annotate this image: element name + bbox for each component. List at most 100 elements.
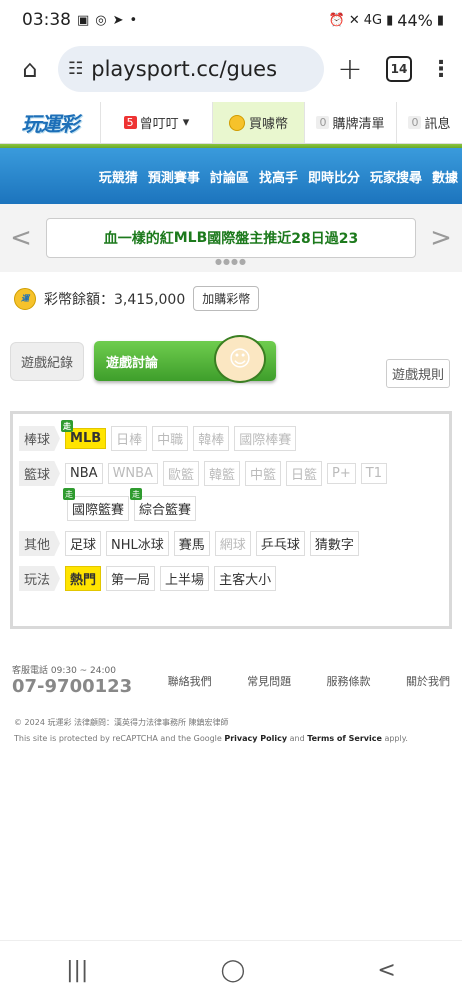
alarm-icon: ⏰ <box>328 12 345 28</box>
nav-item[interactable]: 玩家搜尋 <box>370 167 422 186</box>
league-chip[interactable]: 猜數字 <box>309 531 359 556</box>
league-chip[interactable]: 中籃 <box>244 461 281 486</box>
hotline-number[interactable]: 07-9700123 <box>12 676 132 697</box>
league-chip[interactable]: 足球 <box>65 531 102 556</box>
system-nav-bar: ||| ◯ < <box>0 940 462 1000</box>
site-settings-icon[interactable]: ☷ <box>68 59 83 79</box>
ticker-text-mlb: MLB <box>173 230 208 246</box>
site-logo[interactable]: 玩運彩 <box>0 102 100 143</box>
ticker-item[interactable]: 血一樣的紅 MLB 國際盤主推近28日過23 <box>46 218 416 258</box>
league-chip[interactable]: 國際棒賽 <box>234 426 297 451</box>
hotline-label: 客服電話 09:30 ~ 24:00 <box>12 666 116 676</box>
category-label: 棒球 <box>19 426 61 451</box>
chevron-down-icon: ▾ <box>178 115 190 130</box>
recaptcha-notice: This site is protected by reCAPTCHA and … <box>14 734 408 743</box>
tab-game-discussion[interactable]: 遊戲討論 ☺ <box>94 335 277 383</box>
user-name: 曾叮叮 <box>139 117 179 132</box>
user-menu[interactable]: 5 曾叮叮 ▾ <box>100 102 212 143</box>
msg-badge: 0 <box>408 116 422 129</box>
terms-link[interactable]: Terms of Service <box>307 734 382 743</box>
category-row-basketball: 籃球 NBA WNBA 歐籃 韓籃 中籃 日籃 P+ T1 <box>19 461 443 486</box>
footer-link[interactable]: 服務條款 <box>327 673 371 697</box>
battery-percent: 44% <box>397 10 433 30</box>
send-icon: ➤ <box>112 12 124 28</box>
tab-switcher-button[interactable]: 14 <box>386 56 412 82</box>
category-panel: 棒球 走 MLB 日棒 中職 韓棒 國際棒賽 籃球 NBA WNBA 歐籃 韓籃 … <box>10 411 452 629</box>
category-row-basketball-2: 走國際籃賽 走綜合籃賽 <box>19 488 443 521</box>
tab-game-record[interactable]: 遊戲紀錄 <box>10 341 85 381</box>
balance-row: 運 彩幣餘額：3,415,000 加購彩幣 <box>0 272 462 325</box>
home-button-icon[interactable]: ◯ <box>221 958 246 983</box>
battery-icon: ▮ <box>436 12 444 28</box>
tab-game-discussion-label: 遊戲討論 <box>106 355 159 371</box>
ticker-text-pre: 血一樣的紅 <box>103 231 174 247</box>
address-bar[interactable]: ☷ playsport.cc/gues <box>58 46 324 92</box>
game-rules-button[interactable]: 遊戲規則 <box>385 359 450 388</box>
coin-icon <box>228 114 245 131</box>
site-header: 玩運彩 5 曾叮叮 ▾ 買噱幣 0 購牌清單 0 訊息 <box>0 102 462 144</box>
league-chip[interactable]: 韓棒 <box>193 426 230 451</box>
footer-link[interactable]: 關於我們 <box>406 673 450 697</box>
messages-link[interactable]: 0 訊息 <box>396 102 462 143</box>
home-icon[interactable]: ⌂ <box>10 55 50 83</box>
category-row-other: 其他 足球 NHL冰球 賽馬 網球 乒乓球 猜數字 <box>19 531 443 556</box>
nav-item[interactable]: 玩競猜 <box>99 167 138 186</box>
league-chip[interactable]: 賽馬 <box>173 531 210 556</box>
league-chip[interactable]: 走 MLB <box>61 420 107 449</box>
tabs-row: 遊戲紀錄 遊戲討論 ☺ 遊戲規則 <box>0 325 462 388</box>
carousel-dots: ●●●● <box>215 257 247 266</box>
chevron-left-icon[interactable]: < <box>10 223 32 253</box>
cart-badge: 0 <box>316 116 330 129</box>
nav-item[interactable]: 預測賽事 <box>148 167 200 186</box>
status-time: 03:38 <box>22 10 71 30</box>
league-chip[interactable]: 歐籃 <box>162 461 199 486</box>
privacy-link[interactable]: Privacy Policy <box>224 734 287 743</box>
chevron-right-icon[interactable]: > <box>430 223 452 253</box>
location-icon: ◎ <box>95 12 107 28</box>
league-chip[interactable]: NHL冰球 <box>106 531 169 556</box>
league-chip[interactable]: 走綜合籃賽 <box>130 488 197 521</box>
footer-link[interactable]: 常見問題 <box>247 673 291 697</box>
league-chip[interactable]: T1 <box>360 463 387 484</box>
browser-toolbar: ⌂ ☷ playsport.cc/gues + 14 ⋮ <box>0 40 462 98</box>
signal-bars-icon: ▮ <box>386 12 394 28</box>
user-badge: 5 <box>123 116 137 129</box>
cart-label: 購牌清單 <box>332 117 385 132</box>
back-icon[interactable]: < <box>377 958 395 983</box>
play-chip[interactable]: 主客大小 <box>214 566 277 591</box>
league-chip[interactable]: 日棒 <box>111 426 148 451</box>
league-chip[interactable]: NBA <box>65 463 103 484</box>
signal-icon: 4G <box>363 12 383 28</box>
recents-icon[interactable]: ||| <box>66 958 88 983</box>
live-icon: 走 <box>130 488 143 500</box>
play-chip[interactable]: 上半場 <box>160 566 210 591</box>
league-chip[interactable]: 乒乓球 <box>255 531 305 556</box>
league-chip[interactable]: P+ <box>327 463 356 484</box>
dot-icon: • <box>129 12 138 28</box>
more-menu-icon[interactable]: ⋮ <box>430 57 452 82</box>
league-chip[interactable]: 中職 <box>152 426 189 451</box>
play-chip[interactable]: 熱門 <box>65 566 102 591</box>
nav-item[interactable]: 即時比分 <box>308 167 360 186</box>
category-row-baseball: 棒球 走 MLB 日棒 中職 韓棒 國際棒賽 <box>19 420 443 451</box>
league-chip[interactable]: 走國際籃賽 <box>63 488 130 521</box>
cart-link[interactable]: 0 購牌清單 <box>304 102 396 143</box>
legal-text: © 2024 玩運彩 法律顧問：漢英得力法律事務所 陳鎮宏律師 This sit… <box>0 697 462 747</box>
play-chip[interactable]: 第一局 <box>106 566 156 591</box>
nav-item[interactable]: 討論區 <box>210 167 249 186</box>
league-chip[interactable]: 網球 <box>214 531 251 556</box>
buy-coins-button[interactable]: 買噱幣 <box>212 102 304 143</box>
new-tab-icon[interactable]: + <box>332 52 368 87</box>
nav-item[interactable]: 數據 <box>432 167 458 186</box>
hotline-block: 客服電話 09:30 ~ 24:00 07-9700123 <box>12 663 132 697</box>
live-icon: 走 <box>63 488 75 500</box>
footer-link[interactable]: 聯絡我們 <box>168 673 212 697</box>
add-coins-button[interactable]: 加購彩幣 <box>193 286 260 311</box>
category-label: 玩法 <box>19 566 61 591</box>
buy-coins-label: 買噱幣 <box>248 117 288 132</box>
nav-item[interactable]: 找高手 <box>259 167 298 186</box>
mute-icon: ✕ <box>348 12 360 28</box>
league-chip[interactable]: WNBA <box>107 463 158 484</box>
league-chip[interactable]: 韓籃 <box>203 461 240 486</box>
league-chip[interactable]: 日籃 <box>286 461 323 486</box>
